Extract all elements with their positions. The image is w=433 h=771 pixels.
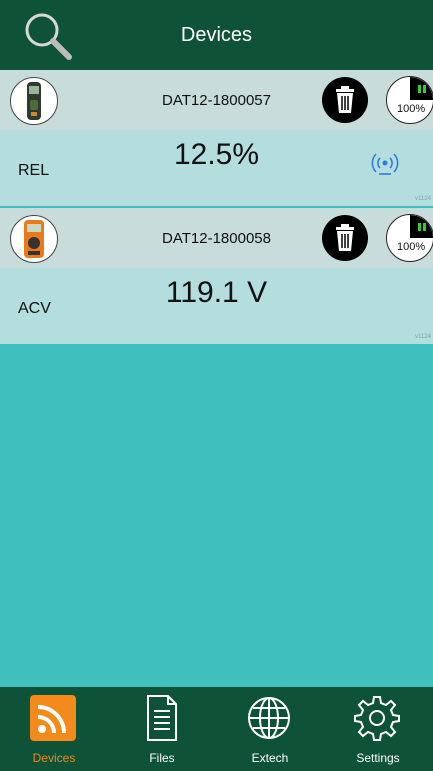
nav-label-settings: Settings <box>356 751 400 765</box>
globe-icon <box>248 697 290 739</box>
device-id: DAT12-1800058 <box>162 230 271 247</box>
battery-indicator: 100% <box>386 76 433 124</box>
rss-icon <box>30 695 76 741</box>
battery-pie-icon <box>410 215 433 238</box>
firmware-version: v1124 <box>415 196 431 202</box>
device-reading-row[interactable]: REL 12.5% v1124 <box>0 130 433 206</box>
nav-item-files[interactable]: Files <box>108 687 216 771</box>
trash-icon <box>336 86 354 113</box>
page-title: Devices <box>180 24 253 46</box>
device-id: DAT12-1800057 <box>162 92 271 109</box>
measurement-reading: 119.1 V <box>165 276 268 309</box>
battery-level: 100% <box>397 241 426 253</box>
bottom-navigation: Devices Files Extech Settings <box>0 687 433 771</box>
delete-device-button[interactable] <box>322 77 368 123</box>
trash-icon <box>336 224 354 251</box>
gear-icon <box>354 696 400 741</box>
wireless-signal-icon <box>371 153 399 175</box>
battery-pie-icon <box>410 77 433 100</box>
battery-indicator: 100% <box>386 214 433 262</box>
nav-item-devices[interactable]: Devices <box>0 687 108 771</box>
delete-device-button[interactable] <box>322 215 368 261</box>
device-header-row[interactable]: DAT12-1800058 100% <box>0 208 433 268</box>
nav-label-extech: Extech <box>251 751 289 765</box>
file-icon <box>147 695 177 741</box>
device-reading-row[interactable]: ACV 119.1 V v1124 <box>0 268 433 344</box>
device-header-row[interactable]: DAT12-1800057 100% <box>0 70 433 130</box>
firmware-version: v1124 <box>415 334 431 340</box>
nav-item-settings[interactable]: Settings <box>324 687 432 771</box>
app-header: Devices <box>0 0 433 70</box>
nav-label-files: Files <box>149 751 175 765</box>
nav-label-devices: Devices <box>32 751 76 765</box>
nav-item-extech[interactable]: Extech <box>216 687 324 771</box>
battery-level: 100% <box>397 103 426 115</box>
